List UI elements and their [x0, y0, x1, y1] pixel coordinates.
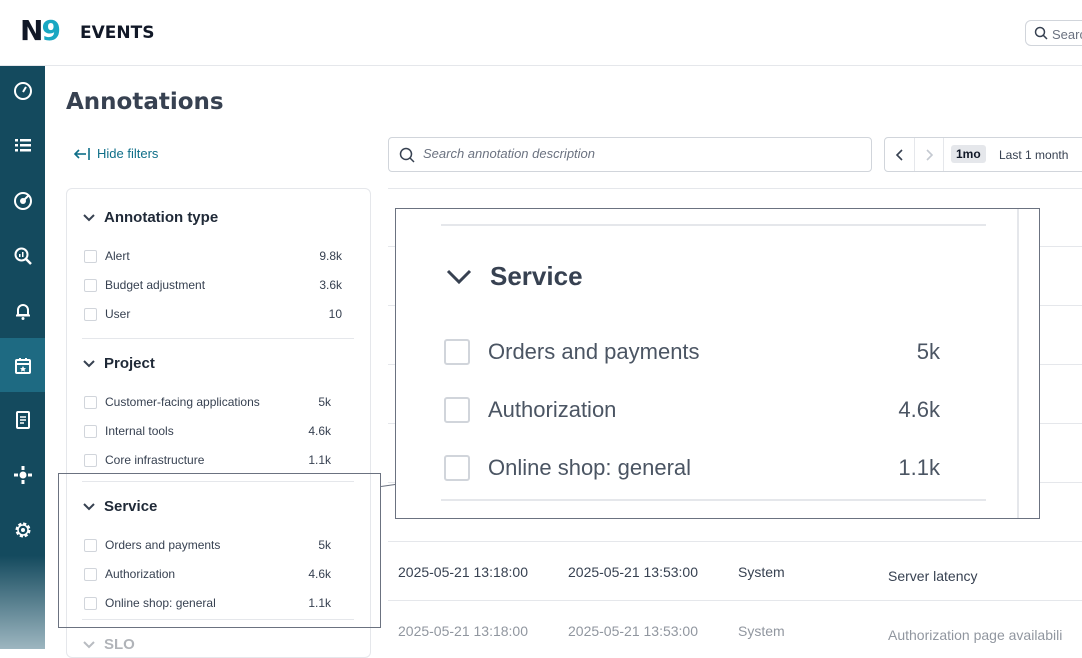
dashboard-gauge-icon[interactable]	[11, 79, 35, 103]
annotation-type-title: Annotation type	[104, 209, 219, 226]
settings-gear-icon[interactable]	[11, 518, 35, 542]
chevron-down-icon	[83, 213, 95, 221]
start-time-cell: 2025-05-21 13:18:00	[398, 564, 528, 580]
end-time-cell: 2025-05-21 13:53:00	[568, 623, 698, 639]
filter-option-count: 1.1k	[898, 455, 940, 480]
filter-option-label: Internal tools	[105, 424, 174, 438]
analyze-magnifier-icon[interactable]	[11, 244, 35, 268]
checkbox[interactable]	[84, 453, 97, 467]
filter-option[interactable]: Alert 9.8k	[84, 247, 342, 265]
source-cell: System	[738, 623, 785, 639]
filter-option-label: Orders and payments	[488, 339, 700, 364]
slo-section-toggle[interactable]: SLO	[82, 636, 135, 653]
chevron-down-icon	[83, 359, 95, 367]
checkbox	[444, 455, 470, 481]
filter-option-count: 4.6k	[898, 397, 940, 422]
checkbox	[444, 397, 470, 423]
chevron-down-icon	[83, 640, 95, 648]
filter-option-label: Alert	[105, 249, 130, 263]
filter-option-zoomed: Orders and payments 5k	[444, 337, 940, 367]
filter-option-zoomed: Authorization 4.6k	[444, 395, 940, 425]
search-icon	[399, 147, 415, 163]
checkbox[interactable]	[84, 395, 97, 409]
filter-option[interactable]: Customer-facing applications 5k	[84, 393, 331, 411]
panel-edge	[1017, 209, 1019, 518]
highlight-frame	[58, 473, 381, 628]
filter-option-label: Authorization	[488, 397, 617, 422]
table-row-divider	[388, 600, 1082, 601]
top-bar: N9 EVENTS Search	[0, 0, 1082, 66]
start-time-cell: 2025-05-21 13:18:00	[398, 623, 528, 639]
hide-filters-button[interactable]: Hide filters	[73, 146, 158, 161]
report-document-icon[interactable]	[11, 408, 35, 432]
calendar-star-icon[interactable]	[11, 354, 35, 378]
date-range-picker: 1mo Last 1 month	[884, 137, 1082, 172]
filter-option-count: 1.1k	[308, 453, 331, 467]
filter-option-count: 10	[328, 307, 342, 321]
table-row-divider	[388, 541, 1082, 542]
slo-target-icon[interactable]	[11, 189, 35, 213]
description-cell: Authorization page availabili	[888, 627, 1063, 643]
filter-option-count: 5k	[318, 395, 331, 409]
alerts-bell-icon[interactable]	[11, 299, 35, 323]
description-cell: Server latency	[888, 568, 978, 584]
section-divider	[82, 338, 354, 339]
page-title: Annotations	[66, 89, 224, 115]
filter-option[interactable]: Core infrastructure 1.1k	[84, 451, 331, 469]
checkbox[interactable]	[84, 249, 97, 263]
filter-option-count: 5k	[916, 339, 940, 364]
end-time-cell: 2025-05-21 13:53:00	[568, 564, 698, 580]
global-search-placeholder: Search	[1052, 27, 1082, 42]
checkbox[interactable]	[84, 307, 97, 321]
section-divider	[441, 499, 986, 501]
chevron-right-icon	[925, 148, 933, 161]
filter-option-label: Budget adjustment	[105, 278, 206, 292]
integrations-icon[interactable]	[11, 463, 35, 487]
list-icon[interactable]	[11, 134, 35, 158]
service-section-zoomed: Service	[446, 261, 583, 292]
service-title-zoomed: Service	[490, 261, 583, 291]
range-chip[interactable]: 1mo	[951, 145, 986, 163]
filter-option-count: 4.6k	[308, 424, 331, 438]
filter-option-label: Customer-facing applications	[105, 395, 260, 409]
logo-nine: 9	[41, 14, 61, 47]
checkbox	[444, 339, 470, 365]
project-section-toggle[interactable]: Project	[82, 355, 155, 372]
filter-option-label: Online shop: general	[488, 455, 692, 480]
checkbox[interactable]	[84, 278, 97, 292]
annotation-type-section-toggle[interactable]: Annotation type	[82, 209, 218, 226]
filter-option-label: User	[105, 307, 131, 321]
n9-logo[interactable]: N9	[20, 14, 61, 47]
filter-option-count: 3.6k	[319, 278, 342, 292]
search-icon	[1034, 26, 1048, 40]
range-label[interactable]: Last 1 month	[999, 148, 1068, 162]
hide-filters-label: Hide filters	[97, 146, 159, 161]
checkbox[interactable]	[84, 424, 97, 438]
annotation-search-input[interactable]	[421, 145, 845, 162]
project-title: Project	[104, 355, 155, 372]
section-divider	[441, 224, 986, 226]
magnified-callout: Service Orders and payments 5k Authorizat…	[395, 208, 1040, 519]
table-row-divider	[388, 188, 1082, 189]
app-section-title: EVENTS	[80, 23, 155, 43]
chevron-down-icon	[446, 269, 472, 284]
logo-n: N	[20, 14, 43, 47]
filter-option-zoomed: Online shop: general 1.1k	[444, 453, 940, 483]
filter-option[interactable]: Budget adjustment 3.6k	[84, 276, 342, 294]
annotation-search-box	[388, 137, 872, 172]
slo-title: SLO	[104, 636, 135, 653]
collapse-arrow-icon	[73, 147, 90, 160]
filter-option[interactable]: User 10	[84, 305, 342, 323]
next-range-button[interactable]	[914, 138, 944, 171]
previous-range-button[interactable]	[885, 138, 915, 171]
sidebar-nav	[0, 66, 45, 649]
chevron-left-icon	[895, 148, 903, 161]
filter-option-label: Core infrastructure	[105, 453, 205, 467]
filter-option[interactable]: Internal tools 4.6k	[84, 422, 331, 440]
callout-connector	[381, 483, 397, 488]
filter-option-count: 9.8k	[319, 249, 342, 263]
global-search-input[interactable]: Search	[1025, 20, 1082, 46]
source-cell: System	[738, 564, 785, 580]
